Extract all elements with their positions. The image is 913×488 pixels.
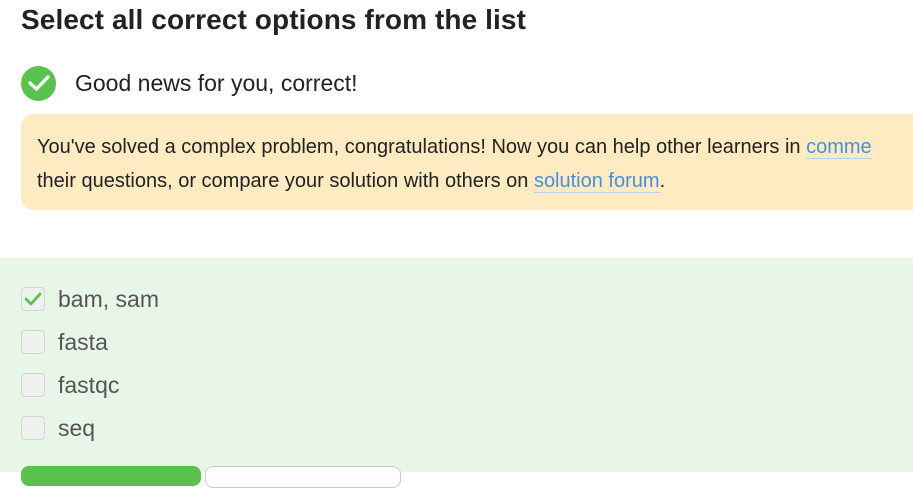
option-fasta[interactable]: fasta — [21, 328, 108, 356]
notice-text-end: . — [659, 170, 666, 192]
option-label: seq — [58, 414, 96, 441]
option-label: bam, sam — [58, 285, 159, 312]
option-seq[interactable]: seq — [21, 414, 95, 442]
checkbox[interactable] — [21, 330, 45, 354]
option-label: fastqc — [58, 371, 120, 398]
option-bam-sam[interactable]: bam, sam — [21, 285, 159, 313]
option-label: fasta — [58, 328, 108, 355]
solution-forum-link[interactable]: solution forum — [533, 170, 660, 193]
checkbox[interactable] — [21, 373, 45, 397]
congratulations-notice: You've solved a complex problem, congrat… — [21, 114, 913, 210]
checkbox-checked[interactable] — [21, 287, 45, 311]
check-circle-icon — [21, 65, 56, 101]
checkbox[interactable] — [21, 416, 45, 440]
page-title: Select all correct options from the list — [21, 4, 527, 35]
options-list: bam, sam fasta fastqc seq — [0, 258, 913, 472]
option-fastqc[interactable]: fastqc — [21, 371, 119, 399]
result-feedback: Good news for you, correct! — [21, 65, 358, 101]
submit-button[interactable] — [21, 466, 201, 486]
secondary-button[interactable] — [205, 466, 401, 488]
notice-text: You've solved a complex problem, congrat… — [37, 136, 807, 158]
comments-link[interactable]: comme — [806, 136, 872, 159]
notice-text-line2: their questions, or compare your solutio… — [37, 170, 534, 192]
result-message: Good news for you, correct! — [75, 69, 358, 96]
